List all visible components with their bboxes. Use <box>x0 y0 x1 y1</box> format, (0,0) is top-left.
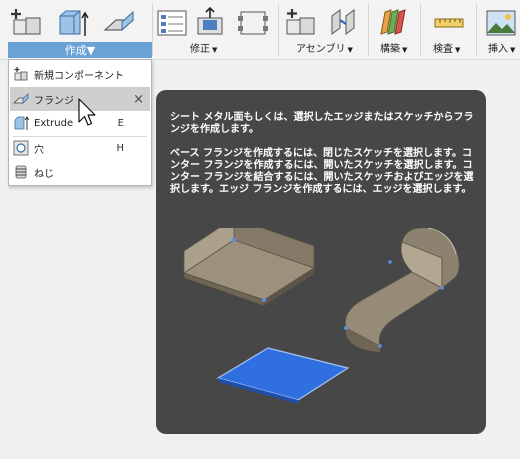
extrude-icon <box>13 115 29 131</box>
flange-icon[interactable] <box>102 6 136 40</box>
chevron-down-icon: ▼ <box>455 46 461 54</box>
hole-icon <box>13 140 29 156</box>
chevron-down-icon: ▼ <box>402 46 408 54</box>
tooltip-summary: シート メタル面もしくは、選択したエッジまたはスケッチからフランジを作成します。 <box>170 112 474 135</box>
extrude-icon[interactable] <box>56 6 90 40</box>
ribbon-separator <box>368 4 369 56</box>
menu-item-thread[interactable]: ねじ <box>10 160 150 184</box>
ribbon-group-create[interactable]: 作成▼ <box>8 42 152 58</box>
ribbon-group-insert[interactable]: 挿入 ▼ <box>488 42 515 58</box>
ribbon-group-construct[interactable]: 構築 ▼ <box>380 42 407 58</box>
modify-table-icon[interactable] <box>155 6 189 40</box>
close-icon[interactable]: × <box>133 92 144 107</box>
press-pull-icon[interactable] <box>193 6 227 40</box>
chevron-down-icon: ▼ <box>347 46 353 54</box>
chevron-down-icon: ▼ <box>212 46 218 54</box>
joint-icon[interactable] <box>326 6 360 40</box>
tooltip-details: ベース フランジを作成するには、閉じたスケッチを選択します。コンター フランジを… <box>170 148 474 195</box>
new-assembly-icon[interactable] <box>284 6 318 40</box>
measure-icon[interactable] <box>432 6 466 40</box>
ribbon-separator <box>476 4 477 56</box>
menu-item-hole[interactable]: 穴 H <box>10 136 150 160</box>
chevron-down-icon: ▼ <box>510 46 516 54</box>
new-component-icon[interactable] <box>10 6 44 40</box>
insert-image-icon[interactable] <box>484 6 518 40</box>
new-component-icon <box>13 66 29 82</box>
plane-icon[interactable] <box>376 6 410 40</box>
menu-item-new-component[interactable]: 新規コンポーネント <box>10 62 150 86</box>
ribbon-separator <box>152 4 153 56</box>
align-icon[interactable] <box>236 6 270 40</box>
flange-illustration <box>183 228 460 404</box>
ribbon-group-inspect[interactable]: 検査 ▼ <box>433 42 460 58</box>
ribbon-toolbar: 作成▼ 修正 ▼ アセンブリ ▼ 構築 ▼ 検査 ▼ 挿入 ▼ <box>0 0 520 60</box>
ribbon-separator <box>278 4 279 56</box>
ribbon-separator <box>420 4 421 56</box>
contour-flange <box>344 271 443 347</box>
sketch-profile <box>216 347 350 401</box>
chevron-down-icon: ▼ <box>86 44 96 57</box>
mouse-cursor-icon <box>78 98 96 126</box>
ribbon-group-modify[interactable]: 修正 ▼ <box>190 42 217 58</box>
ribbon-group-assemble[interactable]: アセンブリ ▼ <box>296 42 353 58</box>
thread-icon <box>13 164 29 180</box>
flange-icon <box>13 91 29 107</box>
tooltip-panel: シート メタル面もしくは、選択したエッジまたはスケッチからフランジを作成します。… <box>156 90 486 434</box>
